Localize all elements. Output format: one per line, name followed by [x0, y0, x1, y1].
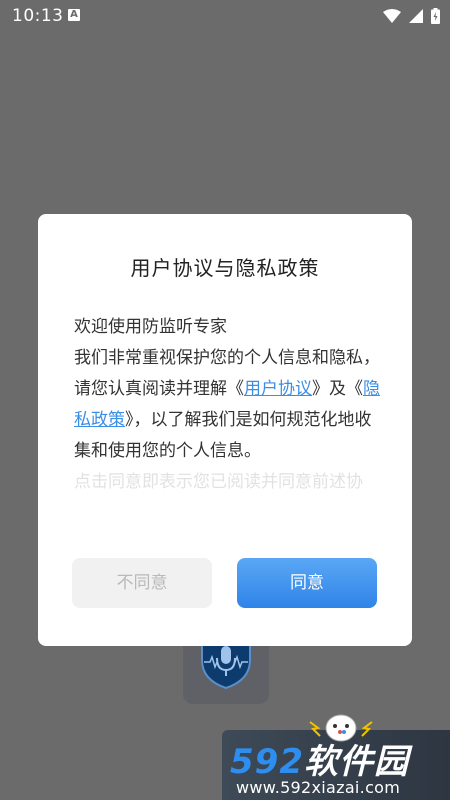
dialog-body: 欢迎使用防监听专家 我们非常重视保护您的个人信息和隐私，请您认真阅读并理解《用户…	[74, 312, 380, 512]
watermark-brand-text: 软件园	[303, 742, 409, 782]
status-bar: 10:13 A	[0, 0, 450, 32]
watermark-url: www.592xiazai.com	[236, 778, 401, 797]
watermark-brand-number: 592	[230, 742, 304, 782]
privacy-text-part-2: 》及《	[312, 379, 363, 399]
status-time: 10:13	[12, 6, 64, 26]
status-icons	[383, 8, 440, 24]
disagree-button[interactable]: 不同意	[72, 558, 212, 608]
welcome-text: 欢迎使用防监听专家	[74, 317, 227, 337]
privacy-paragraph: 我们非常重视保护您的个人信息和隐私，请您认真阅读并理解《用户协议》及《隐私政策》…	[74, 343, 380, 467]
battery-charging-icon	[431, 8, 440, 24]
text-fade-overlay	[74, 494, 380, 524]
agreement-dialog: 用户协议与隐私政策 欢迎使用防监听专家 我们非常重视保护您的个人信息和隐私，请您…	[38, 214, 412, 646]
user-agreement-link[interactable]: 用户协议	[244, 379, 312, 399]
notification-a-icon: A	[68, 9, 80, 21]
watermark-brand: 592软件园	[230, 734, 409, 783]
dialog-title: 用户协议与隐私政策	[130, 256, 320, 280]
cell-signal-icon	[409, 9, 423, 23]
wifi-icon	[383, 9, 401, 23]
watermark: 592软件园 www.592xiazai.com	[222, 714, 450, 800]
agree-button[interactable]: 同意	[237, 558, 377, 608]
